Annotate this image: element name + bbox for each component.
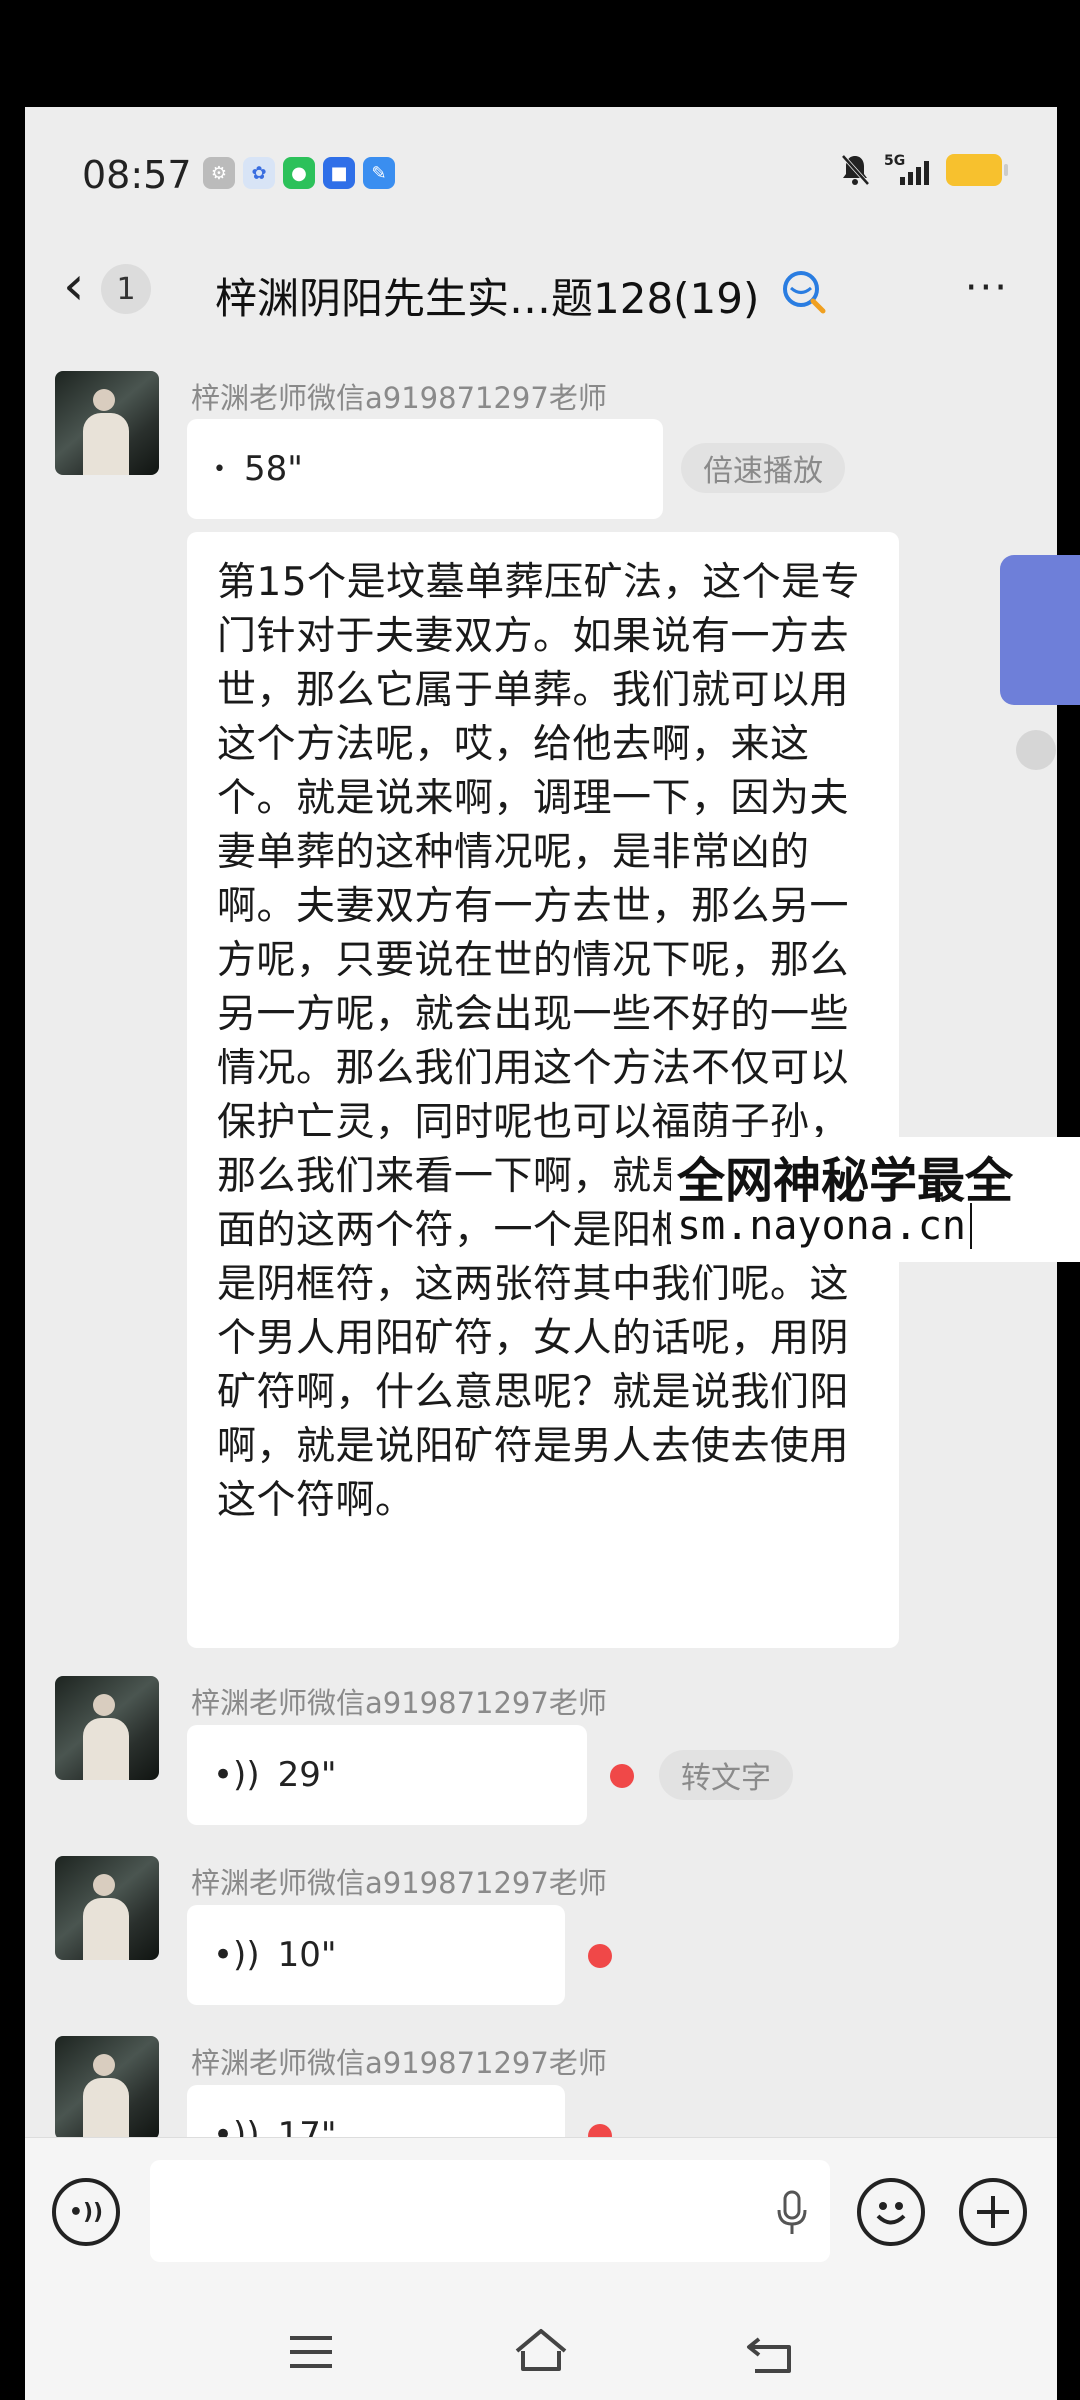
voice-message[interactable]: • 58" xyxy=(187,419,663,519)
edit-notification-icon: ✎ xyxy=(363,157,395,189)
home-icon[interactable] xyxy=(513,2327,569,2373)
speed-play-button[interactable]: 倍速播放 xyxy=(681,443,845,493)
transcript-bubble[interactable]: 第15个是坟墓单葬压矿法，这个是专门针对于夫妻双方。如果说有一方去世，那么它属于… xyxy=(187,532,899,1648)
wechat-notification-icon: ● xyxy=(283,157,315,189)
avatar[interactable] xyxy=(55,1676,159,1780)
emoji-icon xyxy=(876,2202,906,2225)
to-text-button[interactable]: 转文字 xyxy=(659,1750,793,1800)
more-button[interactable]: ··· xyxy=(965,265,1009,311)
voice-duration: 10" xyxy=(277,1935,337,1975)
back-icon[interactable] xyxy=(745,2333,795,2375)
voice-message[interactable]: •)) 29" xyxy=(187,1725,587,1825)
notification-icons: ⚙ ✿ ● ■ ✎ xyxy=(203,157,395,189)
mute-icon xyxy=(841,154,870,186)
battery-icon xyxy=(946,154,1008,186)
floating-assistant-widget[interactable] xyxy=(1000,555,1080,705)
avatar[interactable] xyxy=(55,371,159,475)
avatar[interactable] xyxy=(55,2036,159,2140)
settings-notification-icon: ⚙ xyxy=(203,157,235,189)
transcript-text: 第15个是坟墓单葬压矿法，这个是专门针对于夫妻双方。如果说有一方去世，那么它属于… xyxy=(217,560,861,1523)
voice-message[interactable]: •)) 10" xyxy=(187,1905,565,2005)
unread-dot xyxy=(588,1944,612,1968)
signal-icon: 5G xyxy=(884,153,932,187)
message-input[interactable] xyxy=(150,2160,830,2262)
voice-toggle-icon: •)) xyxy=(68,2199,104,2225)
watermark: 全网神秘学最全 sm.nayona.cn xyxy=(671,1137,1080,1262)
emoji-button[interactable] xyxy=(857,2178,925,2246)
watermark-url: sm.nayona.cn xyxy=(677,1203,972,1249)
watermark-title: 全网神秘学最全 xyxy=(677,1153,1014,1209)
sender-name: 梓渊老师微信a919871297老师 xyxy=(191,381,607,415)
menu-icon[interactable] xyxy=(288,2333,334,2371)
sender-name: 梓渊老师微信a919871297老师 xyxy=(191,1686,607,1720)
back-button[interactable]: ‹ xyxy=(63,259,85,313)
network-type: 5G xyxy=(884,153,906,169)
voice-wave-icon: • xyxy=(213,456,226,482)
unread-dot xyxy=(610,1764,634,1788)
unread-count-badge[interactable]: 1 xyxy=(101,264,151,314)
system-nav-bar xyxy=(25,2297,1057,2400)
app-notification-icon: ✿ xyxy=(243,157,275,189)
microphone-icon[interactable] xyxy=(776,2190,808,2236)
chat-title: 梓渊阴阳先生实…题128(19) xyxy=(215,274,760,323)
voice-duration: 29" xyxy=(277,1755,337,1795)
input-bar: •)) xyxy=(25,2137,1057,2297)
status-right: 5G xyxy=(840,153,1008,187)
sender-name: 梓渊老师微信a919871297老师 xyxy=(191,1866,607,1900)
video-notification-icon: ■ xyxy=(323,157,355,189)
status-time: 08:57 xyxy=(82,153,192,197)
plus-icon xyxy=(977,2196,1009,2228)
voice-toggle-button[interactable]: •)) xyxy=(52,2178,120,2246)
voice-wave-icon: •)) xyxy=(213,1755,260,1795)
chat-search-icon[interactable] xyxy=(777,267,833,317)
plus-button[interactable] xyxy=(959,2178,1027,2246)
voice-duration: 58" xyxy=(243,449,303,489)
sender-name: 梓渊老师微信a919871297老师 xyxy=(191,2046,607,2080)
floating-close-icon[interactable] xyxy=(1016,730,1056,770)
avatar[interactable] xyxy=(55,1856,159,1960)
voice-wave-icon: •)) xyxy=(213,1935,260,1975)
